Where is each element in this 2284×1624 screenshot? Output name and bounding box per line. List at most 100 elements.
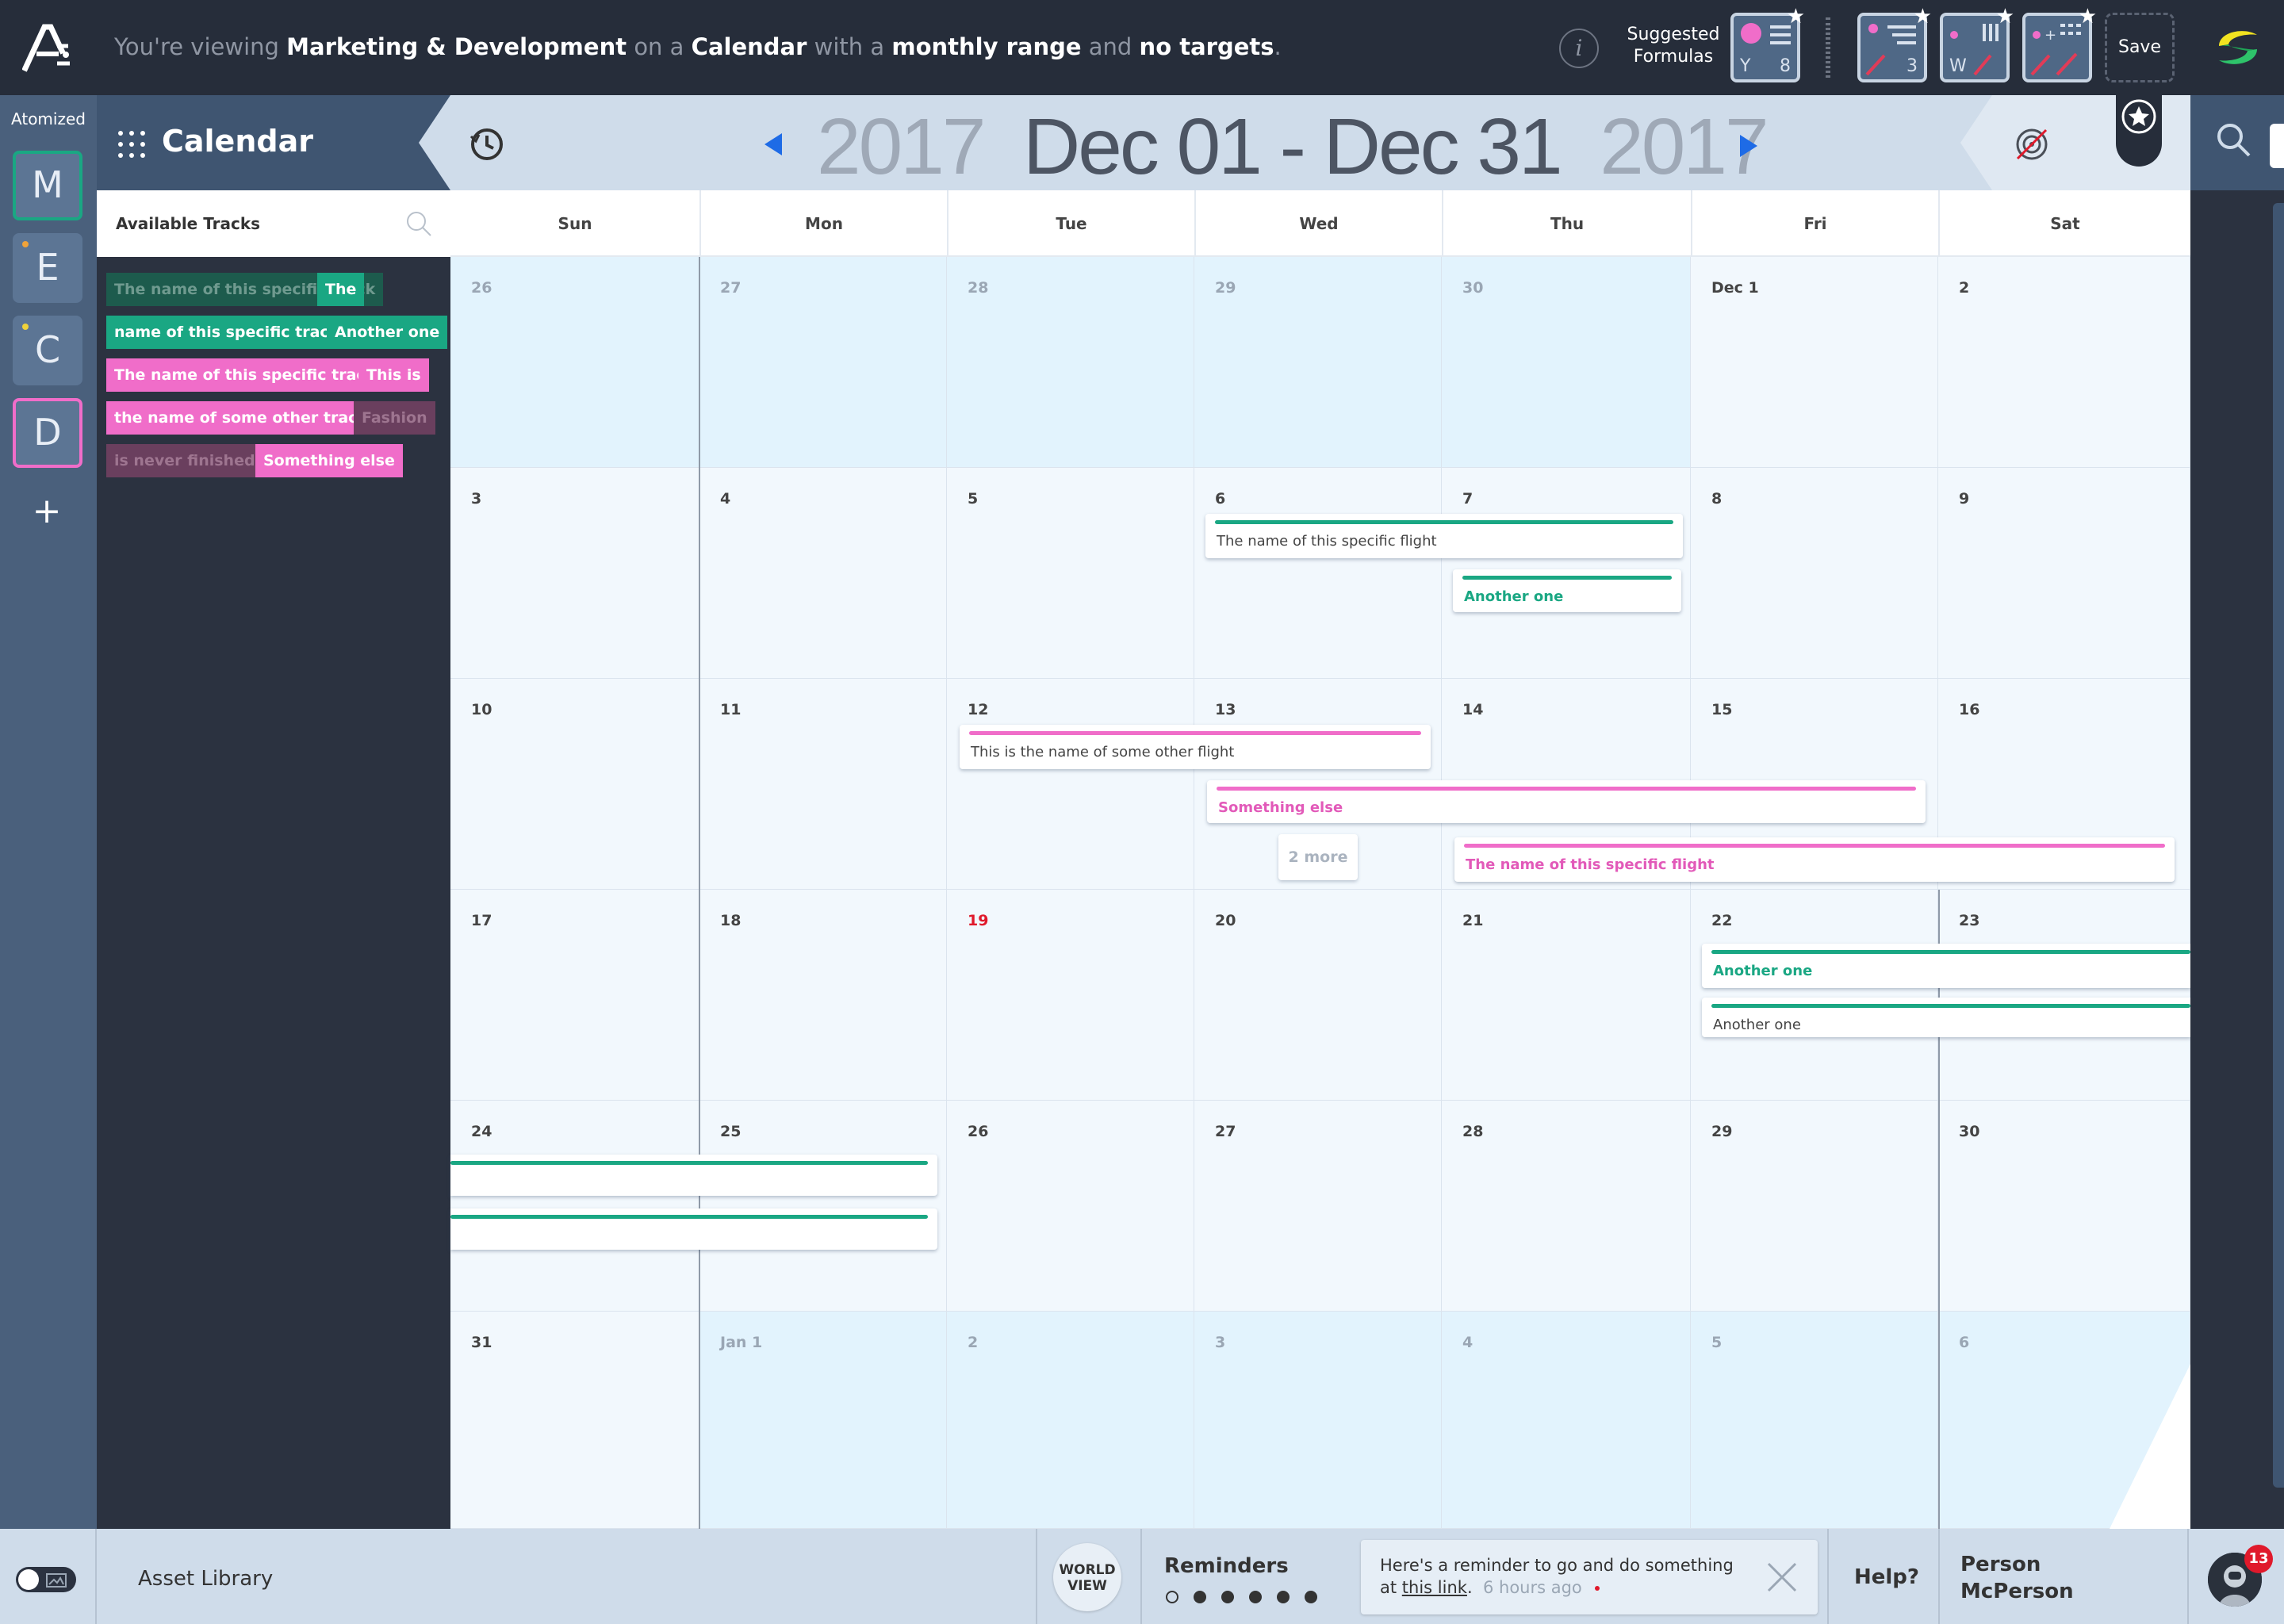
- formula-button-2[interactable]: ★ 3: [1857, 5, 1932, 82]
- day-cell[interactable]: 5: [947, 468, 1194, 679]
- day-cell-today[interactable]: 19: [947, 890, 1194, 1101]
- day-cell[interactable]: 27: [699, 257, 947, 468]
- flight-bar[interactable]: Something else: [1207, 780, 1926, 823]
- workspace-d-button[interactable]: D: [13, 398, 82, 468]
- history-clock-icon[interactable]: [468, 125, 506, 163]
- flight-bar[interactable]: Another one: [1702, 944, 2190, 988]
- search-drawer-handle[interactable]: [2270, 124, 2284, 168]
- day-cell[interactable]: 2: [1938, 257, 2190, 468]
- day-cell[interactable]: 2: [947, 1312, 1194, 1529]
- day-cell[interactable]: Dec 1: [1691, 257, 1938, 468]
- day-cell[interactable]: 28: [947, 257, 1194, 468]
- user-name[interactable]: Person McPerson: [1960, 1551, 2119, 1605]
- info-icon[interactable]: i: [1559, 29, 1599, 68]
- day-cell[interactable]: 25: [699, 1101, 947, 1312]
- flight-bar[interactable]: [450, 1208, 937, 1250]
- flight-bar[interactable]: Another one: [1453, 569, 1681, 612]
- notification-badge[interactable]: 13: [2244, 1545, 2273, 1573]
- day-cell[interactable]: 21: [1442, 890, 1691, 1101]
- reminder-page-dot[interactable]: [1249, 1591, 1262, 1603]
- track-chip[interactable]: Fashion: [354, 401, 435, 435]
- tracks-search-bar[interactable]: Available Tracks: [97, 190, 450, 257]
- flight-bar[interactable]: Another one: [1702, 998, 2190, 1037]
- day-cell[interactable]: 23: [1938, 890, 2190, 1101]
- track-chip[interactable]: is never finished: [106, 444, 263, 477]
- range-dates[interactable]: Dec 01 - Dec 31: [1023, 102, 1563, 191]
- save-button[interactable]: Save: [2105, 13, 2175, 82]
- track-chip[interactable]: name of this specific track: [106, 316, 347, 349]
- track-chip[interactable]: The: [317, 273, 365, 306]
- atomized-logo[interactable]: [22, 22, 73, 73]
- day-cell[interactable]: 26: [450, 257, 699, 468]
- day-cell[interactable]: 31: [450, 1312, 699, 1529]
- day-cell[interactable]: 9: [1938, 468, 2190, 679]
- reminder-page-dot[interactable]: [1221, 1591, 1234, 1603]
- day-cell[interactable]: 5: [1691, 1312, 1938, 1529]
- reminder-page-dot[interactable]: [1194, 1591, 1206, 1603]
- day-number: 5: [968, 490, 979, 508]
- tracks-label: Available Tracks: [116, 214, 261, 233]
- asset-library-button[interactable]: Asset Library: [138, 1567, 273, 1591]
- day-number: 7: [1462, 490, 1473, 508]
- day-cell[interactable]: 8: [1691, 468, 1938, 679]
- viewing-range[interactable]: monthly range: [891, 33, 1081, 60]
- day-cell[interactable]: 18: [699, 890, 947, 1101]
- no-target-icon[interactable]: [2013, 125, 2051, 163]
- viewing-team[interactable]: Marketing & Development: [286, 33, 627, 60]
- workspace-c-button[interactable]: C: [13, 316, 82, 385]
- day-cell[interactable]: 24: [450, 1101, 699, 1312]
- formula-button-4[interactable]: + ★: [2022, 5, 2097, 82]
- workspace-m-button[interactable]: M: [13, 151, 82, 220]
- day-cell[interactable]: 10: [450, 679, 699, 890]
- track-chip[interactable]: Another one: [327, 316, 448, 349]
- reminder-page-dot[interactable]: [1277, 1591, 1290, 1603]
- track-chip[interactable]: the name of some other track: [106, 401, 376, 435]
- day-cell[interactable]: 4: [1442, 1312, 1691, 1529]
- formula-button-3[interactable]: ★ W: [1940, 5, 2014, 82]
- reminder-page-dot-active[interactable]: [1166, 1591, 1178, 1603]
- add-workspace-button[interactable]: +: [27, 492, 67, 531]
- close-icon[interactable]: [1765, 1561, 1799, 1594]
- day-cell[interactable]: 28: [1442, 1101, 1691, 1312]
- track-chip[interactable]: This is: [358, 358, 429, 392]
- track-chip[interactable]: The name of this specific track: [106, 358, 384, 392]
- previous-range-button[interactable]: [765, 133, 782, 155]
- flight-bar[interactable]: The name of this specific flight: [1205, 514, 1683, 558]
- day-cell[interactable]: 11: [699, 679, 947, 890]
- apps-grid-icon[interactable]: [117, 130, 146, 159]
- day-cell[interactable]: 30: [1442, 257, 1691, 468]
- reminder-link[interactable]: this link: [1402, 1578, 1467, 1597]
- day-cell[interactable]: Jan 1: [699, 1312, 947, 1529]
- day-cell[interactable]: 3: [1194, 1312, 1442, 1529]
- flight-bar[interactable]: The name of this specific flight: [1454, 837, 2175, 882]
- brand-swirl-icon[interactable]: [2213, 22, 2263, 73]
- day-cell[interactable]: 6: [1194, 468, 1442, 679]
- day-cell[interactable]: 29: [1691, 1101, 1938, 1312]
- flight-bar[interactable]: This is the name of some other flight: [960, 725, 1431, 769]
- search-icon[interactable]: [2214, 121, 2252, 159]
- day-cell[interactable]: 3: [450, 468, 699, 679]
- day-cell[interactable]: 17: [450, 890, 699, 1101]
- search-icon[interactable]: [404, 209, 433, 238]
- day-cell[interactable]: 30: [1938, 1101, 2190, 1312]
- next-range-button[interactable]: [1740, 135, 1757, 157]
- workspace-e-button[interactable]: E: [13, 233, 82, 303]
- world-view-button[interactable]: WORLD VIEW: [1053, 1543, 1121, 1611]
- reminder-page-dot[interactable]: [1305, 1591, 1317, 1603]
- flight-bar[interactable]: [450, 1155, 937, 1196]
- more-flights-button[interactable]: 2 more: [1278, 834, 1358, 880]
- help-button[interactable]: Help?: [1854, 1565, 1919, 1589]
- viewing-view-type[interactable]: Calendar: [692, 33, 807, 60]
- viewing-targets[interactable]: no targets: [1140, 33, 1274, 60]
- track-chip[interactable]: Something else: [255, 444, 403, 477]
- workspace-letter: D: [33, 411, 62, 454]
- day-cell[interactable]: 22: [1691, 890, 1938, 1101]
- day-cell[interactable]: 27: [1194, 1101, 1442, 1312]
- right-drawer-handle[interactable]: [2273, 203, 2284, 1488]
- day-cell[interactable]: 4: [699, 468, 947, 679]
- day-cell[interactable]: 29: [1194, 257, 1442, 468]
- day-cell[interactable]: 12: [947, 679, 1194, 890]
- formula-button-1[interactable]: ★ Y 8: [1730, 5, 1805, 82]
- day-cell[interactable]: 20: [1194, 890, 1442, 1101]
- day-cell[interactable]: 26: [947, 1101, 1194, 1312]
